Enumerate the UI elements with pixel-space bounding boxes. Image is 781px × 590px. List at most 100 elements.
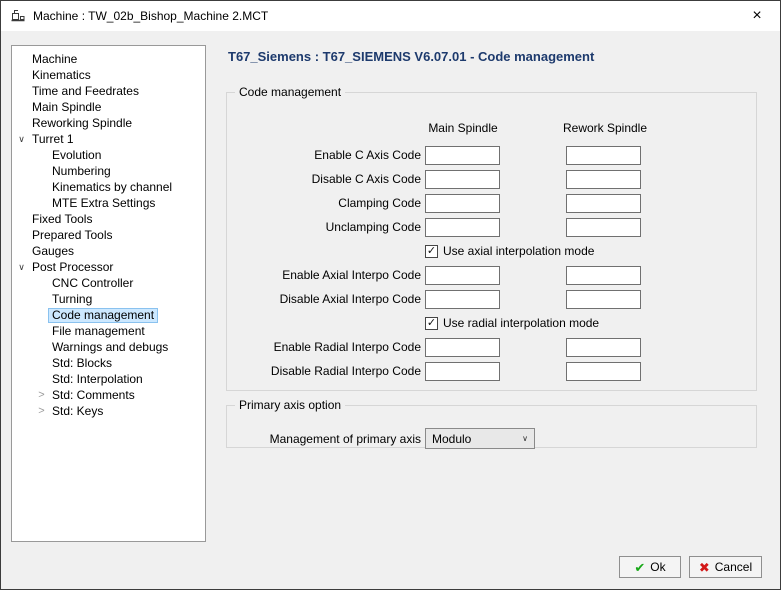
primary-axis-group-legend: Primary axis option <box>235 398 345 412</box>
sidebar-item-label: CNC Controller <box>48 276 137 291</box>
sidebar-item-label: Std: Keys <box>48 404 107 419</box>
field-row-unclamping-code: Unclamping Code <box>227 215 756 239</box>
unclamping-code-rework-spindle-input[interactable] <box>566 218 641 237</box>
close-icon[interactable]: × <box>734 1 780 31</box>
ok-button[interactable]: ✔ Ok <box>619 556 681 578</box>
window-title: Machine : TW_02b_Bishop_Machine 2.MCT <box>33 9 268 23</box>
use-axial-interpolation-mode-checkbox[interactable]: ✓ <box>425 245 438 258</box>
sidebar-item-label: Kinematics <box>28 68 95 83</box>
sidebar-item-turret-1[interactable]: ∨Turret 1 <box>12 131 205 147</box>
sidebar-item-time-and-feedrates[interactable]: Time and Feedrates <box>12 83 205 99</box>
checkbox-label: Use radial interpolation mode <box>443 316 599 330</box>
field-row-disable-axial-interpo-code: Disable Axial Interpo Code <box>227 287 756 311</box>
sidebar-item-label: Numbering <box>48 164 115 179</box>
sidebar-item-gauges[interactable]: Gauges <box>12 243 205 259</box>
field-label: Enable Axial Interpo Code <box>227 268 421 282</box>
sidebar-item-kinematics[interactable]: Kinematics <box>12 67 205 83</box>
checkbox-row-use-radial-interpolation-mode: ✓ Use radial interpolation mode <box>227 311 756 335</box>
enable-axial-interpo-code-main-spindle-input[interactable] <box>425 266 500 285</box>
primary-axis-dropdown[interactable]: Modulo ∨ <box>425 428 535 449</box>
cancel-x-icon: ✖ <box>699 561 710 574</box>
machine-app-icon <box>10 8 26 24</box>
field-row-enable-c-axis-code: Enable C Axis Code <box>227 143 756 167</box>
sidebar-item-std-comments[interactable]: >Std: Comments <box>12 387 205 403</box>
clamping-code-main-spindle-input[interactable] <box>425 194 500 213</box>
code-management-group: Code management Main Spindle Rework Spin… <box>226 85 757 391</box>
sidebar-item-label: Post Processor <box>28 260 117 275</box>
sidebar-item-std-blocks[interactable]: Std: Blocks <box>12 355 205 371</box>
disable-c-axis-code-main-spindle-input[interactable] <box>425 170 500 189</box>
sidebar-item-label: Time and Feedrates <box>28 84 143 99</box>
primary-axis-dropdown-value: Modulo <box>432 432 522 446</box>
management-of-primary-axis-label: Management of primary axis <box>227 432 421 446</box>
primary-axis-row: Management of primary axis Modulo ∨ <box>227 428 756 449</box>
cancel-button[interactable]: ✖ Cancel <box>689 556 762 578</box>
sidebar-item-warnings-and-debugs[interactable]: Warnings and debugs <box>12 339 205 355</box>
disable-axial-interpo-code-main-spindle-input[interactable] <box>425 290 500 309</box>
field-label: Disable Axial Interpo Code <box>227 292 421 306</box>
sidebar-item-reworking-spindle[interactable]: Reworking Spindle <box>12 115 205 131</box>
unclamping-code-main-spindle-input[interactable] <box>425 218 500 237</box>
clamping-code-rework-spindle-input[interactable] <box>566 194 641 213</box>
ok-check-icon: ✔ <box>634 561 645 574</box>
chevron-down-icon: ∨ <box>522 434 528 443</box>
disable-axial-interpo-code-rework-spindle-input[interactable] <box>566 290 641 309</box>
field-row-disable-c-axis-code: Disable C Axis Code <box>227 167 756 191</box>
chevron-collapsed-icon[interactable]: > <box>35 389 48 401</box>
settings-tree: MachineKinematicsTime and FeedratesMain … <box>11 45 206 542</box>
sidebar-item-prepared-tools[interactable]: Prepared Tools <box>12 227 205 243</box>
sidebar-item-label: MTE Extra Settings <box>48 196 159 211</box>
sidebar-item-label: Machine <box>28 52 81 67</box>
page-title: T67_Siemens : T67_SIEMENS V6.07.01 - Cod… <box>228 49 594 64</box>
sidebar-item-machine[interactable]: Machine <box>12 51 205 67</box>
enable-c-axis-code-main-spindle-input[interactable] <box>425 146 500 165</box>
code-fields: Enable C Axis Code Disable C Axis Code Cla… <box>227 143 756 383</box>
checkbox-row-use-axial-interpolation-mode: ✓ Use axial interpolation mode <box>227 239 756 263</box>
chevron-collapsed-icon[interactable]: > <box>35 405 48 417</box>
sidebar-item-label: Fixed Tools <box>28 212 96 227</box>
sidebar-item-cnc-controller[interactable]: CNC Controller <box>12 275 205 291</box>
sidebar-item-post-processor[interactable]: ∨Post Processor <box>12 259 205 275</box>
sidebar-item-label: Reworking Spindle <box>28 116 136 131</box>
primary-axis-group: Primary axis option Management of primar… <box>226 398 757 448</box>
sidebar-item-fixed-tools[interactable]: Fixed Tools <box>12 211 205 227</box>
chevron-expanded-icon[interactable]: ∨ <box>15 134 28 145</box>
cancel-button-label: Cancel <box>715 560 752 574</box>
checkbox-label: Use axial interpolation mode <box>443 244 594 258</box>
disable-c-axis-code-rework-spindle-input[interactable] <box>566 170 641 189</box>
field-row-clamping-code: Clamping Code <box>227 191 756 215</box>
disable-radial-interpo-code-main-spindle-input[interactable] <box>425 362 500 381</box>
machine-dialog: Machine : TW_02b_Bishop_Machine 2.MCT × … <box>0 0 781 590</box>
field-label: Enable Radial Interpo Code <box>227 340 421 354</box>
column-header-main-spindle: Main Spindle <box>428 121 497 135</box>
sidebar-item-main-spindle[interactable]: Main Spindle <box>12 99 205 115</box>
field-label: Enable C Axis Code <box>227 148 421 162</box>
field-row-disable-radial-interpo-code: Disable Radial Interpo Code <box>227 359 756 383</box>
chevron-expanded-icon[interactable]: ∨ <box>15 262 28 273</box>
sidebar-item-label: Kinematics by channel <box>48 180 176 195</box>
sidebar-item-label: Code management <box>48 308 158 323</box>
sidebar-item-code-management[interactable]: Code management <box>12 307 205 323</box>
enable-radial-interpo-code-main-spindle-input[interactable] <box>425 338 500 357</box>
sidebar-item-std-interpolation[interactable]: Std: Interpolation <box>12 371 205 387</box>
disable-radial-interpo-code-rework-spindle-input[interactable] <box>566 362 641 381</box>
sidebar-item-numbering[interactable]: Numbering <box>12 163 205 179</box>
sidebar-item-label: Gauges <box>28 244 78 259</box>
sidebar-item-label: Turning <box>48 292 96 307</box>
sidebar-item-label: File management <box>48 324 149 339</box>
use-radial-interpolation-mode-checkbox[interactable]: ✓ <box>425 317 438 330</box>
sidebar-item-evolution[interactable]: Evolution <box>12 147 205 163</box>
sidebar-item-label: Prepared Tools <box>28 228 117 243</box>
sidebar-item-std-keys[interactable]: >Std: Keys <box>12 403 205 419</box>
dialog-buttons: ✔ Ok ✖ Cancel <box>619 556 762 578</box>
enable-radial-interpo-code-rework-spindle-input[interactable] <box>566 338 641 357</box>
enable-c-axis-code-rework-spindle-input[interactable] <box>566 146 641 165</box>
sidebar-item-mte-extra-settings[interactable]: MTE Extra Settings <box>12 195 205 211</box>
field-label: Clamping Code <box>227 196 421 210</box>
enable-axial-interpo-code-rework-spindle-input[interactable] <box>566 266 641 285</box>
sidebar-item-file-management[interactable]: File management <box>12 323 205 339</box>
ok-button-label: Ok <box>650 560 665 574</box>
sidebar-item-kinematics-by-channel[interactable]: Kinematics by channel <box>12 179 205 195</box>
sidebar-item-label: Std: Interpolation <box>48 372 147 387</box>
sidebar-item-turning[interactable]: Turning <box>12 291 205 307</box>
